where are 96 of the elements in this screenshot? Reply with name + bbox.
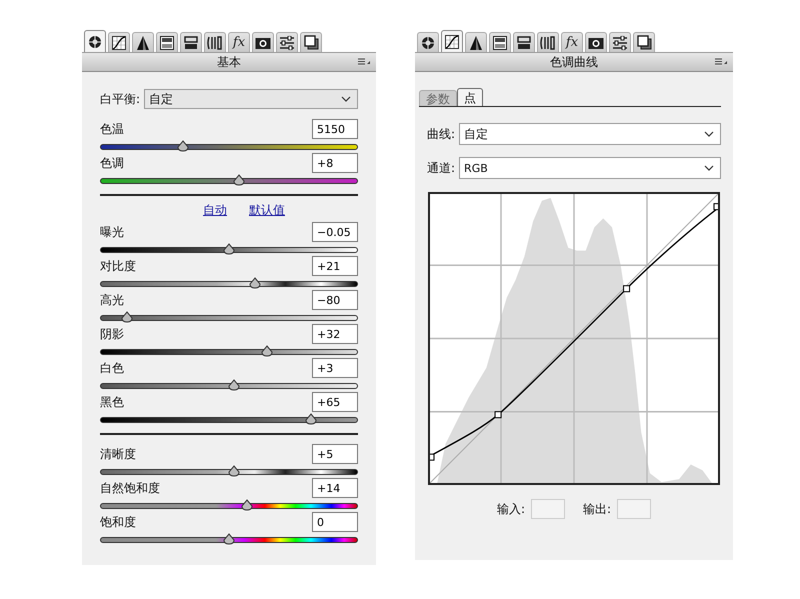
link[interactable]: 自动 (203, 202, 227, 219)
bars-icon (184, 36, 198, 50)
gradient-bars-icon (493, 36, 507, 50)
slider-thumb[interactable] (248, 277, 261, 289)
aperture-icon (88, 34, 102, 48)
slider-label: 饱和度 (100, 514, 136, 530)
slider-label: 色调 (100, 154, 124, 172)
slider-thumb[interactable] (120, 311, 133, 323)
value-field[interactable]: 5150 (312, 119, 358, 139)
curve-icon (445, 34, 459, 48)
chevron-icon (704, 131, 714, 137)
panel-tab[interactable] (489, 32, 511, 52)
lens-icon (207, 36, 223, 50)
slider-thumb[interactable] (240, 499, 253, 511)
curve-point[interactable] (623, 285, 630, 292)
value-field[interactable]: +32 (312, 324, 358, 344)
panel-tab[interactable] (276, 32, 298, 52)
value-field[interactable]: −0.05 (312, 222, 358, 242)
slider-label: 清晰度 (100, 446, 136, 462)
sub-tab[interactable]: 点 (457, 88, 483, 106)
menu-icon[interactable] (715, 58, 727, 65)
panel-tab[interactable] (84, 30, 106, 52)
channel-label: 通道: (427, 160, 456, 176)
slider-label: 自然饱和度 (100, 480, 160, 496)
bars-icon (517, 36, 531, 50)
link[interactable]: 默认值 (249, 202, 285, 219)
channel-dropdown[interactable]: RGB (459, 157, 721, 179)
slider-label: 对比度 (100, 258, 136, 274)
fx-icon: fx (566, 36, 578, 50)
value-field[interactable]: +3 (312, 358, 358, 378)
input-label: 输入: (496, 500, 525, 518)
panel-tab[interactable] (465, 32, 487, 52)
slider-thumb[interactable] (228, 379, 240, 391)
panel-tab[interactable] (537, 32, 559, 52)
value-field[interactable]: 0 (312, 512, 358, 532)
panel-tab[interactable]: fx (228, 32, 250, 52)
panel-tab[interactable] (417, 32, 439, 52)
panel-title: 色调曲线 (550, 54, 598, 70)
camera-icon (255, 36, 271, 50)
slider-label: 高光 (100, 292, 124, 308)
slider-thumb[interactable] (304, 413, 317, 425)
panel-tab[interactable] (633, 32, 655, 52)
panel-tab[interactable] (252, 32, 274, 52)
aperture-icon (421, 36, 435, 50)
panel-tab[interactable] (585, 32, 607, 52)
panel-tab[interactable] (300, 32, 322, 52)
layers-icon (636, 35, 652, 50)
panel-tab[interactable] (204, 32, 226, 52)
chevron-icon (341, 96, 351, 102)
curve-icon (112, 36, 126, 50)
slider-label: 曝光 (100, 224, 124, 240)
value-field[interactable]: −80 (312, 290, 358, 310)
panel-tab[interactable] (180, 32, 202, 52)
value-field[interactable]: +14 (312, 478, 358, 498)
slider-thumb[interactable] (261, 345, 274, 357)
balance-preset-dropdown[interactable]: 自定 (144, 89, 358, 109)
value-field[interactable]: +65 (312, 392, 358, 412)
output-field[interactable] (617, 499, 652, 519)
triangle-icon (469, 36, 483, 50)
curve-label: 曲线: (427, 126, 456, 142)
input-field[interactable] (531, 499, 565, 519)
balance-label: 白平衡: (100, 90, 140, 108)
chevron-icon (704, 165, 714, 171)
slider-label: 色温 (100, 120, 124, 138)
slider-thumb[interactable] (176, 140, 189, 152)
lens-icon (540, 36, 556, 50)
panel-title: 基本 (217, 54, 241, 70)
slider-thumb[interactable] (223, 533, 235, 545)
sliders-icon (612, 36, 628, 50)
sliders-icon (279, 36, 295, 50)
menu-icon[interactable] (358, 58, 370, 65)
output-label: 输出: (583, 500, 612, 518)
value-field[interactable]: +5 (312, 444, 358, 464)
slider-thumb[interactable] (233, 174, 246, 186)
slider-thumb[interactable] (223, 243, 235, 255)
slider-label: 黑色 (100, 394, 124, 410)
panel-tab[interactable] (609, 32, 631, 52)
slider-thumb[interactable] (228, 465, 240, 477)
panel-tab[interactable] (156, 32, 178, 52)
slider-label: 阴影 (100, 326, 124, 342)
layers-icon (304, 35, 318, 50)
gradient-bars-icon (160, 36, 174, 50)
curve-point[interactable] (494, 411, 502, 418)
triangle-icon (136, 36, 150, 50)
panel-tab[interactable] (513, 32, 535, 52)
sub-tab[interactable]: 参数 (419, 90, 457, 106)
camera-icon (588, 36, 604, 50)
slider-label: 白色 (100, 360, 124, 376)
value-field[interactable]: +21 (312, 256, 358, 276)
panel-tab[interactable]: fx (561, 32, 583, 52)
panel-tab[interactable] (132, 32, 154, 52)
fx-icon: fx (232, 36, 246, 50)
panel-tab[interactable] (108, 32, 130, 52)
curve-dropdown[interactable]: 自定 (459, 123, 721, 145)
panel-tab[interactable] (441, 30, 463, 52)
value-field[interactable]: +8 (312, 153, 358, 173)
